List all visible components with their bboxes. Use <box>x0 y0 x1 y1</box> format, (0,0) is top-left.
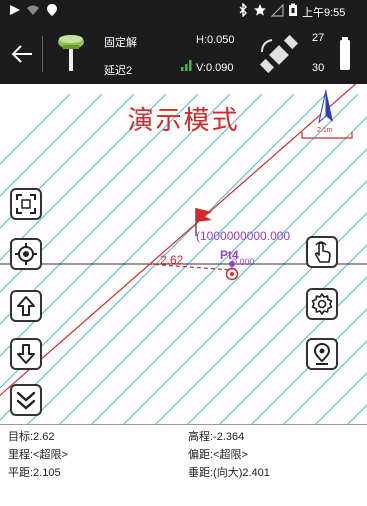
mileage-value: 里程:<超限> <box>8 449 68 461</box>
arrow-left-icon <box>11 45 32 63</box>
fit-extent-button[interactable] <box>10 188 42 220</box>
info-divider <box>0 424 367 425</box>
delay-status: 延迟2 <box>104 65 133 77</box>
battery-icon <box>288 3 298 20</box>
expand-panel-button[interactable] <box>10 384 42 416</box>
cellular-signal-icon <box>180 58 194 77</box>
stakeout-point-button[interactable] <box>306 338 338 370</box>
tap-select-button[interactable] <box>306 236 338 268</box>
status-time: 上午9:55 <box>302 7 346 19</box>
satellite-icon <box>258 34 302 81</box>
h-precision: H:0.050 <box>196 34 235 46</box>
settings-button[interactable] <box>306 288 338 320</box>
move-up-button[interactable] <box>10 290 42 322</box>
horizontal-distance-value: 平距:2.105 <box>8 467 61 479</box>
gear-icon <box>311 293 333 315</box>
coordinate-label: (1000000000.000 <box>196 229 291 243</box>
info-panel: 目标:2.62 高程:-2.364 里程:<超限> 偏距:<超限> 平距:2.1… <box>0 424 367 506</box>
arrow-down-icon <box>17 344 35 364</box>
map-pin-icon <box>313 342 331 365</box>
vertical-distance-value: 垂距:(向大)2.401 <box>188 467 270 479</box>
device-battery-icon <box>338 36 352 77</box>
point-sub-label: 0.000 <box>232 257 255 267</box>
distance-label: 2.62 <box>160 253 184 267</box>
bluetooth-icon <box>238 2 248 20</box>
scale-bar: 2.1m <box>300 127 354 140</box>
back-button[interactable] <box>8 40 36 68</box>
gnss-receiver-icon[interactable] <box>56 32 86 79</box>
elevation-value: 高程:-2.364 <box>188 431 245 443</box>
crosshair-icon <box>15 243 37 265</box>
divider <box>42 36 43 72</box>
notification-icon <box>8 3 22 20</box>
locate-button[interactable] <box>10 238 42 270</box>
star-icon <box>253 3 267 20</box>
status-bar: 上午9:55 <box>0 0 367 22</box>
current-position-dot <box>230 272 234 276</box>
satellites-used: 27 <box>312 32 325 44</box>
v-precision: V:0.090 <box>196 62 234 74</box>
target-value: 目标:2.62 <box>8 431 55 443</box>
move-down-button[interactable] <box>10 338 42 370</box>
wifi-icon <box>26 3 40 20</box>
double-chevron-down-icon <box>16 391 36 410</box>
hatch-line <box>347 404 367 424</box>
signal-icon <box>270 3 284 20</box>
solution-status: 固定解 <box>104 37 137 49</box>
hand-pointer-icon <box>314 241 331 263</box>
toolbar: 固定解 延迟2 H:0.050 V:0.090 27 30 <box>0 22 367 84</box>
location-icon <box>46 3 58 20</box>
map-canvas[interactable]: 演示模式 2.1m 2.62 (1000000000.000 Pt4 0.000 <box>0 84 367 424</box>
expand-icon <box>16 194 36 214</box>
satellites-visible: 30 <box>312 62 325 74</box>
offset-value: 偏距:<超限> <box>188 449 248 461</box>
arrow-up-icon <box>17 296 35 316</box>
scale-label: 2.1m <box>317 127 333 134</box>
